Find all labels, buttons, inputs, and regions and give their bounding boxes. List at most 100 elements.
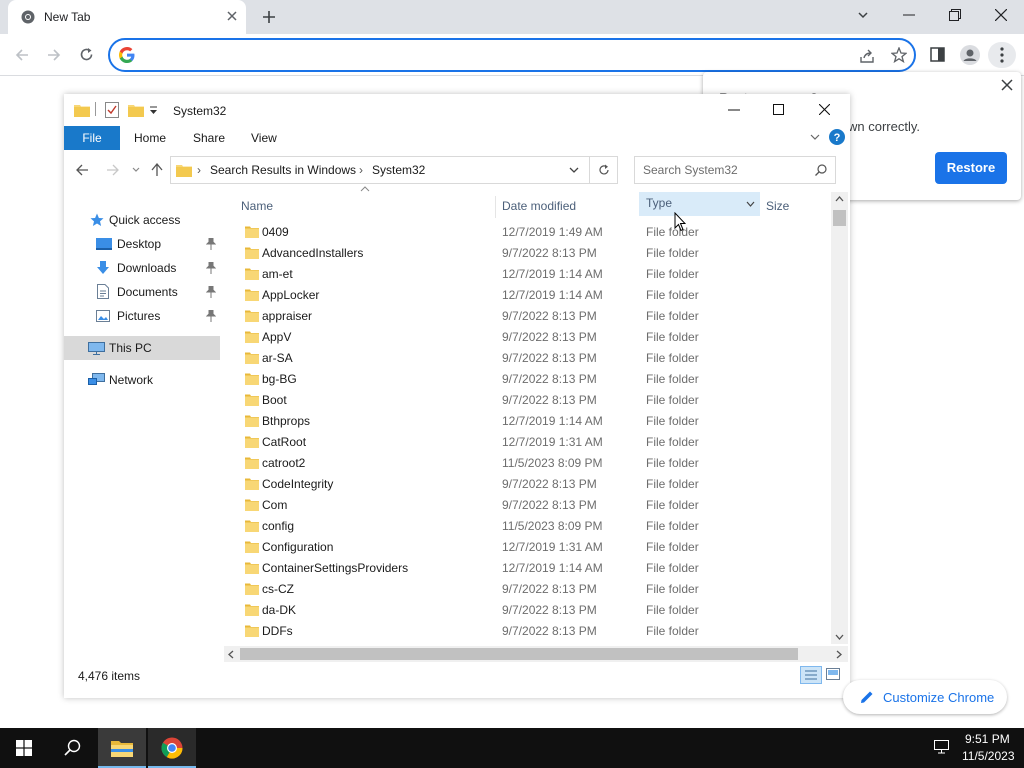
breadcrumb-chevron-icon[interactable]: › bbox=[197, 163, 201, 177]
close-bubble-icon[interactable] bbox=[1001, 79, 1013, 91]
back-icon[interactable] bbox=[15, 48, 29, 62]
filter-dropdown-chevron-icon[interactable] bbox=[746, 201, 755, 207]
tab-share[interactable]: Share bbox=[193, 126, 225, 150]
search-input[interactable]: Search System32 bbox=[634, 156, 836, 184]
quick-access-toolbar-dropdown-icon[interactable] bbox=[149, 106, 158, 115]
large-icons-view-icon[interactable] bbox=[826, 668, 840, 680]
nav-forward-icon[interactable] bbox=[106, 164, 119, 176]
table-row[interactable]: da-DK 9/7/2022 8:13 PM File folder bbox=[240, 600, 830, 621]
horizontal-scrollbar[interactable] bbox=[224, 646, 848, 662]
table-row[interactable]: AdvancedInstallers 9/7/2022 8:13 PM File f… bbox=[240, 243, 830, 264]
forward-icon[interactable] bbox=[47, 48, 61, 62]
omnibox[interactable] bbox=[108, 38, 916, 72]
minimize-icon[interactable] bbox=[903, 14, 915, 16]
vertical-scrollbar[interactable] bbox=[831, 192, 848, 644]
table-row[interactable]: cs-CZ 9/7/2022 8:13 PM File folder bbox=[240, 579, 830, 600]
taskbar-chrome[interactable] bbox=[148, 728, 196, 768]
file-type: File folder bbox=[646, 288, 699, 302]
expand-ribbon-chevron-icon[interactable] bbox=[810, 134, 820, 141]
table-row[interactable]: ContainerSettingsProviders 12/7/2019 1:14… bbox=[240, 558, 830, 579]
bookmark-star-icon[interactable] bbox=[891, 47, 907, 63]
taskbar-time[interactable]: 9:51 PM bbox=[965, 732, 1010, 746]
search-placeholder: Search System32 bbox=[643, 163, 738, 177]
close-window-icon[interactable] bbox=[995, 9, 1007, 21]
reload-icon[interactable] bbox=[79, 47, 94, 62]
taskbar-file-explorer[interactable] bbox=[98, 728, 146, 768]
table-row[interactable]: bg-BG 9/7/2022 8:13 PM File folder bbox=[240, 369, 830, 390]
column-header-date-modified[interactable]: Date modified bbox=[502, 196, 576, 220]
share-icon[interactable] bbox=[859, 48, 875, 64]
refresh-icon[interactable] bbox=[598, 164, 610, 176]
plus-icon[interactable] bbox=[262, 10, 276, 24]
side-panel-icon[interactable] bbox=[930, 47, 945, 62]
table-row[interactable]: Configuration 12/7/2019 1:31 AM File folde… bbox=[240, 537, 830, 558]
table-row[interactable]: AppLocker 12/7/2019 1:14 AM File folder bbox=[240, 285, 830, 306]
column-header-size[interactable]: Size bbox=[766, 196, 789, 220]
menu-kebab-icon[interactable] bbox=[988, 42, 1016, 68]
table-row[interactable]: CatRoot 12/7/2019 1:31 AM File folder bbox=[240, 432, 830, 453]
column-header-type-hover[interactable]: Type bbox=[639, 192, 760, 216]
up-level-icon[interactable] bbox=[151, 163, 163, 176]
windows-start-icon[interactable] bbox=[16, 740, 32, 756]
tab-strip: New Tab bbox=[0, 0, 1024, 34]
column-header-name[interactable]: Name bbox=[241, 196, 273, 220]
scroll-down-arrow-icon[interactable] bbox=[835, 634, 844, 640]
table-row[interactable]: ar-SA 9/7/2022 8:13 PM File folder bbox=[240, 348, 830, 369]
column-divider[interactable] bbox=[495, 196, 496, 218]
restore-window-icon[interactable] bbox=[949, 9, 961, 21]
recent-locations-chevron-icon[interactable] bbox=[132, 167, 140, 173]
file-date-modified: 9/7/2022 8:13 PM bbox=[502, 498, 597, 512]
explorer-maximize-icon[interactable] bbox=[773, 104, 784, 115]
address-dropdown-chevron-icon[interactable] bbox=[569, 167, 579, 174]
file-type: File folder bbox=[646, 582, 699, 596]
table-row[interactable]: config 11/5/2023 8:09 PM File folder bbox=[240, 516, 830, 537]
table-row[interactable]: appraiser 9/7/2022 8:13 PM File folder bbox=[240, 306, 830, 327]
table-row[interactable]: catroot2 11/5/2023 8:09 PM File folder bbox=[240, 453, 830, 474]
restore-bubble-message: wn correctly. bbox=[848, 119, 920, 134]
file-explorer-icon bbox=[111, 739, 133, 757]
address-bar[interactable]: › Search Results in Windows › System32 bbox=[170, 156, 618, 184]
file-date-modified: 9/7/2022 8:13 PM bbox=[502, 582, 597, 596]
breadcrumb-chevron-icon[interactable]: › bbox=[359, 163, 363, 177]
tab-home[interactable]: Home bbox=[134, 126, 166, 150]
search-icon[interactable] bbox=[815, 164, 827, 176]
tab-search-chevron-icon[interactable] bbox=[857, 9, 869, 21]
scroll-left-arrow-icon[interactable] bbox=[228, 650, 234, 659]
customize-chrome-button[interactable]: Customize Chrome bbox=[843, 680, 1007, 714]
file-name: CatRoot bbox=[262, 435, 307, 449]
details-view-icon[interactable] bbox=[800, 666, 822, 684]
tab-file[interactable]: File bbox=[64, 126, 120, 150]
table-row[interactable]: CodeIntegrity 9/7/2022 8:13 PM File folder bbox=[240, 474, 830, 495]
table-row[interactable]: Bthprops 12/7/2019 1:14 AM File folder bbox=[240, 411, 830, 432]
scroll-right-arrow-icon[interactable] bbox=[836, 650, 842, 659]
file-name: ContainerSettingsProviders bbox=[262, 561, 409, 575]
status-item-count: 4,476 items bbox=[78, 669, 141, 683]
vertical-scroll-thumb[interactable] bbox=[833, 210, 846, 226]
tab-new-tab[interactable]: New Tab bbox=[8, 0, 246, 34]
profile-avatar-icon[interactable] bbox=[960, 45, 980, 65]
nav-back-icon[interactable] bbox=[76, 164, 89, 176]
explorer-close-icon[interactable] bbox=[819, 104, 830, 115]
properties-icon[interactable] bbox=[105, 102, 119, 118]
table-row[interactable]: 0409 12/7/2019 1:49 AM File folder bbox=[240, 222, 830, 243]
folder-icon bbox=[245, 561, 259, 574]
restore-button[interactable]: Restore bbox=[935, 152, 1007, 184]
breadcrumb-search-results[interactable]: Search Results in Windows bbox=[210, 163, 356, 177]
breadcrumb-system32[interactable]: System32 bbox=[372, 163, 425, 177]
table-row[interactable]: am-et 12/7/2019 1:14 AM File folder bbox=[240, 264, 830, 285]
help-icon[interactable]: ? bbox=[829, 129, 845, 145]
file-date-modified: 11/5/2023 8:09 PM bbox=[502, 519, 603, 533]
table-row[interactable]: Com 9/7/2022 8:13 PM File folder bbox=[240, 495, 830, 516]
close-tab-icon[interactable] bbox=[226, 10, 238, 22]
explorer-minimize-icon[interactable] bbox=[728, 109, 740, 111]
new-folder-icon[interactable] bbox=[128, 103, 144, 117]
tab-view[interactable]: View bbox=[251, 126, 277, 150]
horizontal-scroll-thumb[interactable] bbox=[240, 648, 798, 660]
table-row[interactable]: Boot 9/7/2022 8:13 PM File folder bbox=[240, 390, 830, 411]
scroll-up-arrow-icon[interactable] bbox=[835, 196, 844, 202]
table-row[interactable]: DDFs 9/7/2022 8:13 PM File folder bbox=[240, 621, 830, 642]
table-row[interactable]: AppV 9/7/2022 8:13 PM File folder bbox=[240, 327, 830, 348]
taskbar-date[interactable]: 11/5/2023 bbox=[962, 749, 1015, 763]
taskbar-search-icon[interactable] bbox=[64, 739, 81, 756]
network-tray-icon[interactable] bbox=[934, 740, 951, 754]
